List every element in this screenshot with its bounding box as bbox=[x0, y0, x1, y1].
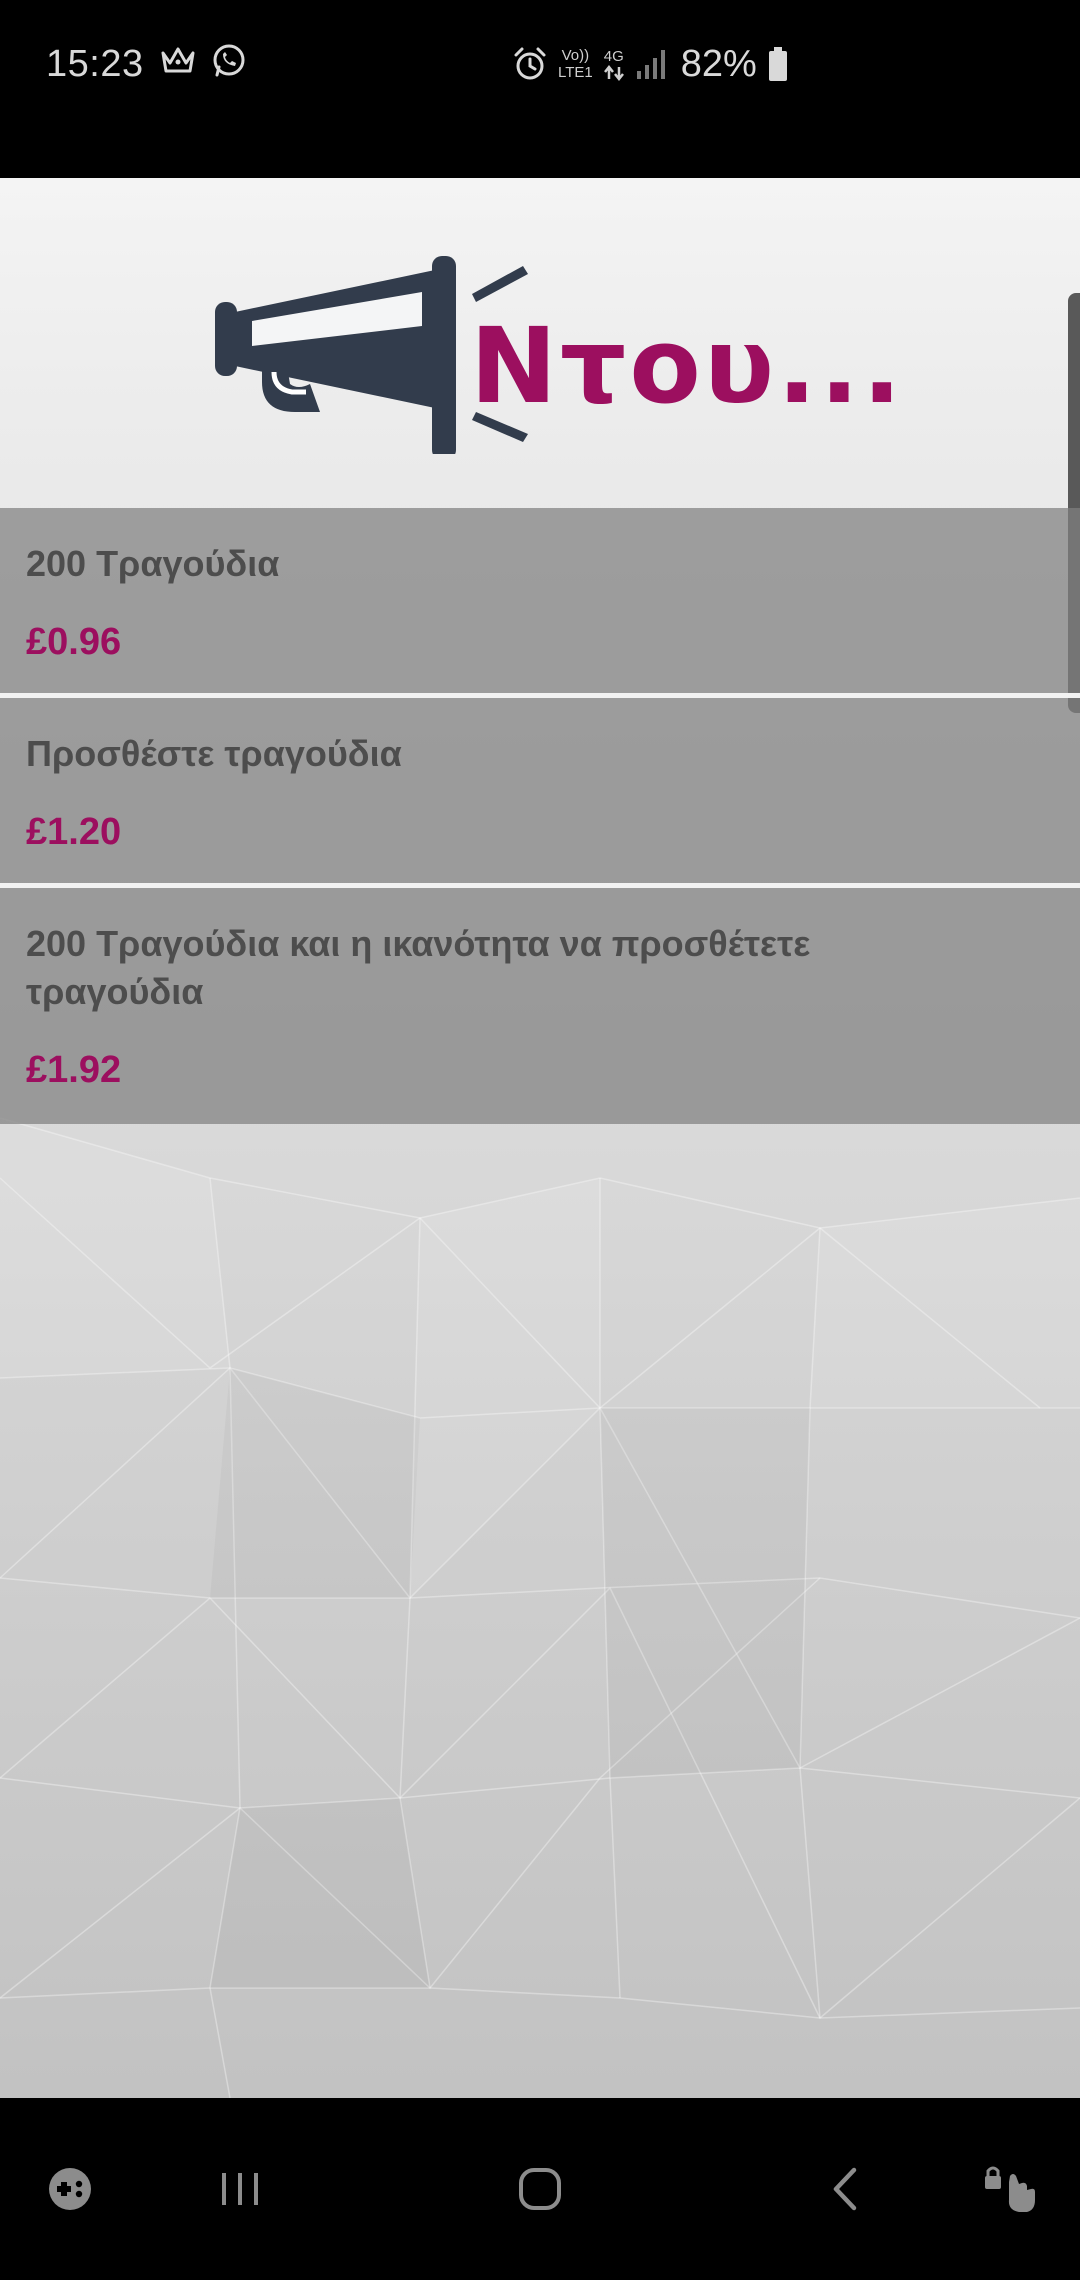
status-bar: 15:23 Vo)) LTE1 4G 82% bbox=[0, 0, 1080, 130]
navigation-bar bbox=[0, 2098, 1080, 2280]
product-list: 200 Τραγούδια £0.96 Προσθέστε τραγούδια … bbox=[0, 508, 1080, 1124]
status-time: 15:23 bbox=[46, 43, 144, 85]
app-screen: Ντου... 200 Τραγούδια £0.96 Προσθέστε τρ… bbox=[0, 178, 1080, 2098]
back-button[interactable] bbox=[805, 2098, 885, 2280]
whatsapp-icon bbox=[213, 44, 245, 77]
recent-apps-button[interactable] bbox=[200, 2098, 280, 2280]
crown-icon bbox=[161, 47, 195, 73]
product-title: 200 Τραγούδια και η ικανότητα να προσθέτ… bbox=[26, 923, 811, 1012]
home-icon bbox=[519, 2168, 561, 2210]
network-type-indicator: 4G bbox=[603, 48, 625, 81]
signal-strength-icon bbox=[636, 50, 665, 79]
product-title: Προσθέστε τραγούδια bbox=[26, 733, 402, 774]
data-arrows-icon bbox=[603, 64, 624, 81]
product-title: 200 Τραγούδια bbox=[26, 543, 280, 584]
notification-icons bbox=[160, 42, 248, 80]
back-icon bbox=[833, 2167, 857, 2211]
product-item-add-songs[interactable]: Προσθέστε τραγούδια £1.20 bbox=[0, 698, 1080, 888]
volte-indicator: Vo)) LTE1 bbox=[558, 47, 593, 81]
alarm-icon bbox=[514, 47, 546, 80]
accessibility-icon bbox=[985, 2166, 1035, 2212]
game-launcher-icon bbox=[49, 2168, 91, 2210]
home-button[interactable] bbox=[500, 2098, 580, 2280]
product-item-200-songs[interactable]: 200 Τραγούδια £0.96 bbox=[0, 508, 1080, 698]
recent-apps-icon bbox=[222, 2173, 258, 2205]
game-launcher-button[interactable] bbox=[30, 2098, 110, 2280]
product-price: £1.92 bbox=[26, 1049, 122, 1091]
product-price: £0.96 bbox=[26, 621, 122, 663]
system-status-icons: Vo)) LTE1 4G 82% bbox=[512, 40, 789, 88]
accessibility-button[interactable] bbox=[970, 2098, 1050, 2280]
product-item-200-songs-and-add[interactable]: 200 Τραγούδια και η ικανότητα να προσθέτ… bbox=[0, 888, 1080, 1124]
battery-percentage: 82% bbox=[680, 43, 757, 85]
product-price: £1.20 bbox=[26, 811, 122, 853]
header-banner: Ντου... bbox=[0, 178, 1080, 508]
battery-icon bbox=[768, 47, 787, 81]
logo-text: Ντου... bbox=[470, 305, 905, 427]
